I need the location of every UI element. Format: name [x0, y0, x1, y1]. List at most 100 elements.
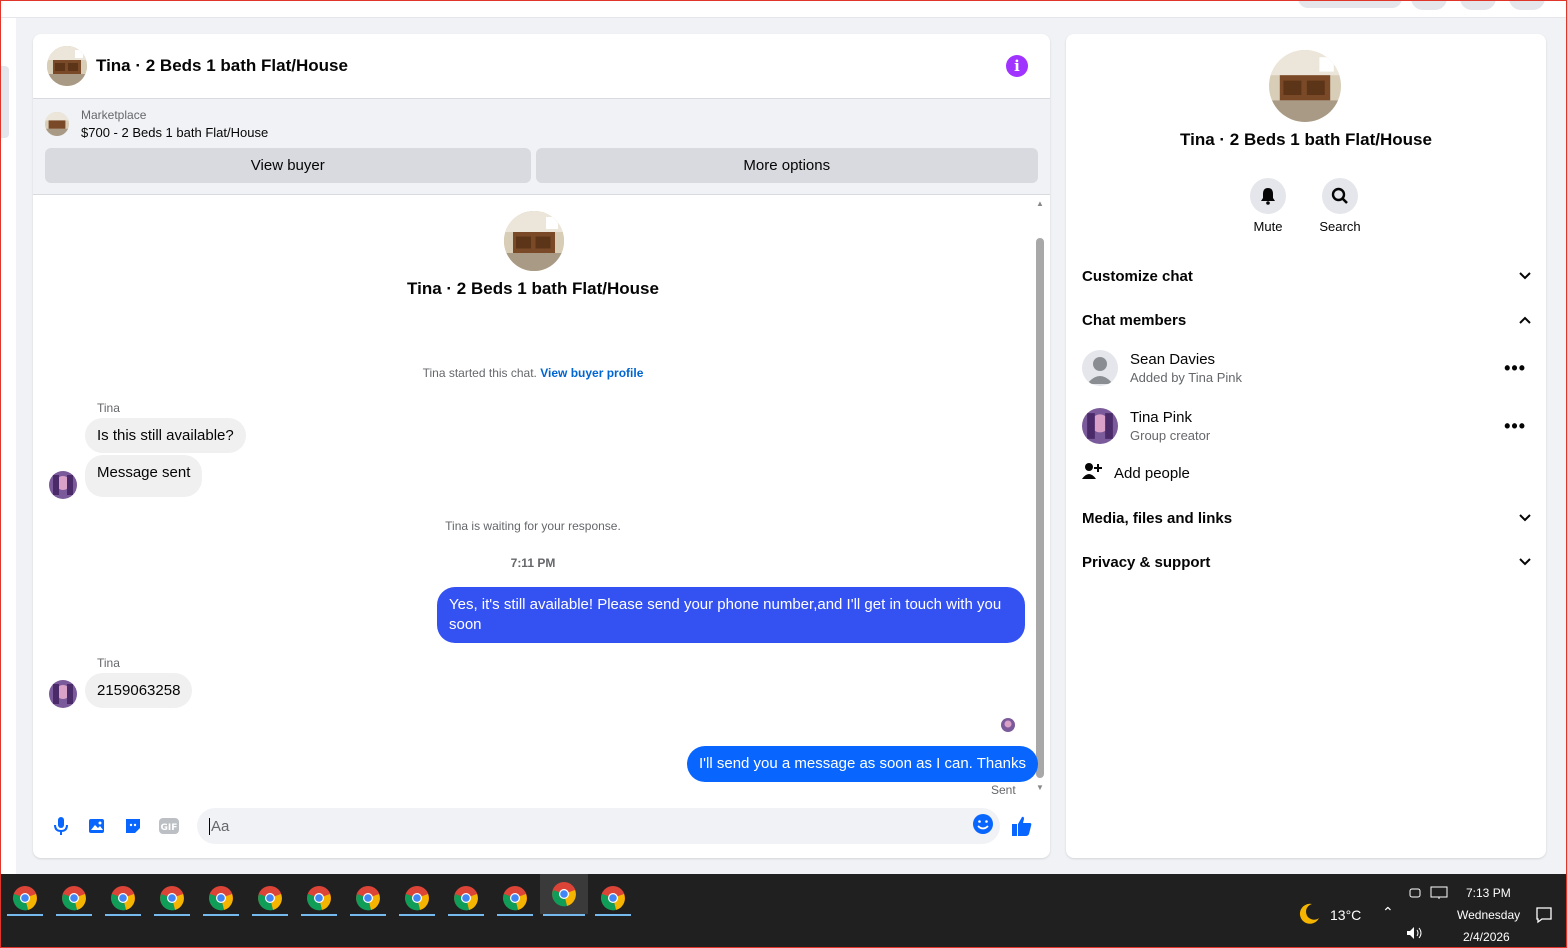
chrome-icon[interactable]: [249, 882, 291, 916]
chevron-down-icon: [1518, 268, 1532, 285]
more-options-button[interactable]: More options: [535, 148, 1038, 183]
chrome-icon[interactable]: [4, 882, 46, 916]
listing-avatar[interactable]: [47, 46, 87, 86]
member-avatar[interactable]: [1082, 350, 1118, 386]
microphone-icon[interactable]: [43, 808, 79, 844]
chevron-down-icon: [1518, 554, 1532, 571]
sender-avatar[interactable]: [49, 680, 77, 708]
message-input-placeholder: Aa: [209, 817, 230, 835]
chat-members-section[interactable]: Chat members: [1082, 308, 1532, 332]
left-nav-item[interactable]: [0, 66, 9, 138]
gif-icon[interactable]: GIF: [151, 808, 187, 844]
sender-avatar[interactable]: [49, 471, 77, 499]
listing-thumbnail[interactable]: [45, 112, 69, 136]
sender-name: Tina: [97, 656, 120, 670]
photo-icon[interactable]: [79, 808, 115, 844]
top-nav-bar: [0, 0, 1567, 18]
profile-avatar[interactable]: [1509, 0, 1545, 10]
sidebar-avatar[interactable]: [1269, 50, 1341, 122]
notifications-icon[interactable]: [1535, 906, 1553, 927]
clock-day[interactable]: Wednesday: [1457, 908, 1520, 922]
svg-text:GIF: GIF: [161, 823, 178, 833]
chrome-icon[interactable]: [445, 882, 487, 916]
thread-title: Tina · 2 Beds 1 bath Flat/House: [407, 279, 659, 298]
chrome-icon[interactable]: [200, 882, 242, 916]
scroll-down-arrow[interactable]: ▼: [1036, 784, 1044, 792]
chrome-icon[interactable]: [396, 882, 438, 916]
incoming-message[interactable]: Is this still available?: [85, 418, 246, 453]
chevron-up-icon: [1518, 312, 1532, 329]
search-icon[interactable]: [1322, 178, 1358, 214]
add-people-button[interactable]: Add people: [1082, 462, 1190, 484]
customize-chat-section[interactable]: Customize chat: [1082, 264, 1532, 288]
member-row[interactable]: Sean Davies Added by Tina Pink •••: [1082, 348, 1532, 388]
more-icon[interactable]: •••: [1504, 358, 1526, 379]
message-timestamp: 7:11 PM: [510, 556, 556, 570]
meet-now-icon[interactable]: [1408, 886, 1422, 903]
customize-chat-label: Customize chat: [1082, 267, 1193, 285]
listing-title[interactable]: $700 - 2 Beds 1 bath Flat/House: [81, 125, 268, 140]
chrome-icon[interactable]: [151, 882, 193, 916]
message-input[interactable]: Aa: [197, 808, 1000, 844]
incoming-message[interactable]: 2159063258: [85, 673, 193, 708]
chat-panel: Tina · 2 Beds 1 bath Flat/House i Market…: [33, 34, 1050, 858]
mute-button[interactable]: Mute: [1238, 178, 1298, 234]
chrome-icon[interactable]: [347, 882, 389, 916]
member-row[interactable]: Tina Pink Group creator •••: [1082, 406, 1532, 446]
like-icon[interactable]: [1004, 808, 1040, 844]
top-nav-button[interactable]: [1411, 0, 1447, 10]
add-person-icon: [1082, 462, 1102, 484]
scrollbar[interactable]: ▲ ▼: [1036, 200, 1044, 792]
info-icon[interactable]: i: [1006, 55, 1028, 77]
network-icon[interactable]: [1430, 886, 1448, 903]
top-nav-pill[interactable]: [1298, 0, 1402, 8]
clock-time[interactable]: 7:13 PM: [1466, 886, 1511, 900]
show-hidden-icons-icon[interactable]: ⌃: [1382, 904, 1394, 921]
left-nav: [0, 18, 16, 874]
chat-started-text: Tina started this chat.: [422, 366, 537, 380]
media-files-label: Media, files and links: [1082, 509, 1233, 527]
weather-moon-icon[interactable]: [1297, 902, 1321, 929]
member-role: Group creator: [1130, 428, 1211, 443]
member-role: Added by Tina Pink: [1130, 370, 1243, 385]
marketplace-label: Marketplace: [81, 108, 147, 122]
chevron-down-icon: [1518, 510, 1532, 527]
sticker-icon[interactable]: [115, 808, 151, 844]
top-nav-button[interactable]: [1460, 0, 1496, 10]
privacy-support-section[interactable]: Privacy & support: [1082, 550, 1532, 574]
view-buyer-button[interactable]: View buyer: [45, 148, 531, 183]
member-name[interactable]: Sean Davies: [1130, 351, 1242, 368]
scrollbar-thumb[interactable]: [1036, 238, 1044, 778]
incoming-message[interactable]: Message sent: [85, 455, 203, 497]
scroll-up-arrow[interactable]: ▲: [1036, 200, 1044, 208]
search-button[interactable]: Search: [1310, 178, 1370, 234]
marketplace-panel: Marketplace $700 - 2 Beds 1 bath Flat/Ho…: [33, 99, 1050, 195]
media-files-section[interactable]: Media, files and links: [1082, 506, 1532, 530]
view-buyer-profile-link[interactable]: View buyer profile: [540, 366, 643, 380]
chrome-icon[interactable]: [592, 882, 634, 916]
volume-icon[interactable]: [1406, 926, 1424, 943]
chrome-icon[interactable]: [540, 874, 588, 916]
emoji-icon[interactable]: [972, 813, 994, 840]
privacy-support-label: Privacy & support: [1082, 553, 1211, 571]
chat-started-notice: Tina started this chat. View buyer profi…: [33, 366, 1033, 380]
mute-label: Mute: [1253, 219, 1283, 234]
thread-avatar[interactable]: [504, 211, 564, 271]
more-icon[interactable]: •••: [1504, 416, 1526, 437]
message-list[interactable]: ▲ ▼ Tina · 2 Beds 1 bath Flat/House Tina…: [33, 196, 1050, 797]
outgoing-message[interactable]: I'll send you a message as soon as I can…: [687, 746, 1038, 782]
taskbar: 13°C ⌃ 7:13 PM Wednesday 2/4/2026: [0, 874, 1567, 948]
chrome-icon[interactable]: [298, 882, 340, 916]
weather-temperature[interactable]: 13°C: [1330, 907, 1361, 923]
clock-date[interactable]: 2/4/2026: [1463, 930, 1510, 944]
chrome-icon[interactable]: [102, 882, 144, 916]
member-name[interactable]: Tina Pink: [1130, 409, 1210, 426]
chat-title[interactable]: Tina · 2 Beds 1 bath Flat/House: [96, 56, 348, 76]
outgoing-message[interactable]: Yes, it's still available! Please send y…: [437, 587, 1025, 643]
chat-header: Tina · 2 Beds 1 bath Flat/House i: [33, 34, 1050, 99]
bell-icon[interactable]: [1250, 178, 1286, 214]
chrome-icon[interactable]: [53, 882, 95, 916]
chrome-icon[interactable]: [494, 882, 536, 916]
sidebar-title: Tina · 2 Beds 1 bath Flat/House: [1180, 130, 1432, 149]
member-avatar[interactable]: [1082, 408, 1118, 444]
